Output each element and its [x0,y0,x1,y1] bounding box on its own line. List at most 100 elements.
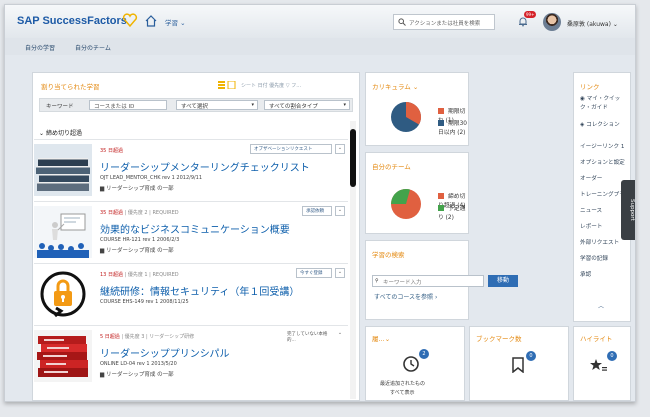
bookmarks-count-badge: 0 [526,351,536,361]
keyword-placeholder: コースまたは ID [94,104,135,110]
go-button[interactable]: 移動 [488,275,518,287]
recently-added-label: 最近追加されたもの [380,381,426,387]
link-learning-history[interactable]: 学習の記録 [580,254,608,262]
bookmarks-tile[interactable]: ブックマーク数 0 [469,326,569,401]
filter-bar: キーワード コースまたは ID すべて選択 ▾ すべての割合タイプ ▾ [39,98,353,112]
bookmarks-tile-title: ブックマーク数 [476,335,522,343]
course-title[interactable]: 継続研修：情報セキュリティ（年１回受講） [100,283,299,298]
assigned-learning-title: 割り当てられた学習 [41,83,100,91]
collapse-up-icon[interactable]: ︿ [598,301,604,310]
globe-icon: ◉ [580,96,587,102]
link-reports[interactable]: レポート [580,222,602,230]
course-action-menu[interactable]: ⌄ [335,144,345,154]
learning-search-card: 学習の検索 ⚲ キーワード入力 移動 すべてのコースを参照 › [365,240,518,320]
overdue-group-label: 締め切り超過 [45,130,82,137]
my-team-title[interactable]: 自分のチーム [372,161,411,171]
overdue-group-header[interactable]: ⌄ 締め切り超過 [39,128,82,137]
course-title[interactable]: リーダーシップメンターリングチェックリスト [100,159,310,174]
link-approvals[interactable]: 承認 [580,270,591,278]
links-title: リンク [580,83,600,91]
highlights-count-badge: 0 [607,351,617,361]
avatar[interactable] [543,13,561,31]
course-meta: 13 日超過 | 優先度 1 | REQUIRED [100,272,179,278]
course-meta: 35 日超過 | 優先度 2 | REQUIRED [100,210,179,216]
content-area: 割り当てられた学習 シート 日付 優先度 ▽ フ… キーワード コースまたは I… [5,55,635,401]
select-all-label: すべて選択 [181,104,208,110]
type-label: すべての割合タイプ [269,104,318,110]
support-tab[interactable]: Support [621,180,635,240]
course-program: ▆ リーダーシップ育成 の一部 [100,186,174,192]
curriculum-legend-due-soon: 期限30日以内 (2) [438,120,467,136]
notification-badge: 99+ [524,11,537,18]
course-meta: 35 日超過 [100,148,123,154]
course-thumbnail-books [34,144,92,196]
history-tile[interactable]: 履...⌄ 2 最近追加されたもの すべて表示 [365,326,465,401]
list-item[interactable]: 13 日超過 | 優先度 1 | REQUIRED 継続研修：情報セキュリティ（… [34,263,348,323]
course-thumbnail-red-books [34,330,92,382]
course-title[interactable]: リーダーシッププリンシパル [100,345,230,360]
tab-my-learning[interactable]: 自分の学習 [25,43,55,52]
scrollbar-thumb[interactable] [350,129,356,187]
course-action-button[interactable]: オブザベーションリクエスト [250,144,332,154]
link-order[interactable]: オーダー [580,174,602,182]
course-title[interactable]: 効果的なビジネスコミュニケーション概要 [100,221,290,236]
link-options-settings[interactable]: オプションと設定 [580,158,625,166]
link-news[interactable]: ニュース [580,206,602,214]
link-collection[interactable]: ◈ コレクション [580,120,620,128]
search-icon: ⚲ [375,278,379,284]
app-window: SAP SuccessFactors 学習 ⌄ アクションまたは社員を検索 99… [4,4,636,402]
scrollbar[interactable] [350,121,356,399]
user-menu[interactable]: 桑原敦 (akuwa) ⌄ [567,19,618,28]
list-view-icon[interactable] [218,81,236,89]
clock-history-icon [403,356,419,372]
star-list-icon [590,359,607,371]
type-dropdown[interactable]: すべての割合タイプ ▾ [264,100,350,110]
sort-options[interactable]: シート 日付 優先度 ▽ フ… [241,82,301,89]
learning-search-input[interactable]: ⚲ キーワード入力 [372,275,484,287]
list-item[interactable]: 35 日超過 リーダーシップメンターリングチェックリスト OJT LEAD_ME… [34,139,348,199]
course-action-button[interactable]: 承認依頼 [302,206,332,216]
course-program: ▆ リーダーシップ育成 の一部 [100,248,174,254]
keyword-input[interactable]: コースまたは ID [89,100,167,110]
chevron-down-icon: ▾ [343,102,346,108]
bookmark-icon [512,357,524,373]
link-external-request[interactable]: 外部リクエスト [580,238,619,246]
team-pie-chart [390,188,421,219]
team-legend-on-track: 予定通り (2) [438,205,466,221]
search-input[interactable]: アクションまたは社員を検索 [393,14,495,30]
top-header: SAP SuccessFactors 学習 ⌄ アクションまたは社員を検索 99… [5,5,635,38]
list-item[interactable]: 5 日超過 | 優先度 3 | リーダーシップ研修 リーダーシッププリンシパル … [34,325,348,385]
link-easy-link[interactable]: イージーリンク 1 [580,142,624,150]
logo[interactable]: SAP SuccessFactors [17,15,127,27]
assigned-learning-card: 割り当てられた学習 シート 日付 優先度 ▽ フ… キーワード コースまたは I… [32,72,360,401]
chevron-down-icon: ▾ [251,102,254,108]
course-code: OJT LEAD_MENTOR_CHK rev 1 2012/9/11 [100,175,203,181]
course-thumbnail-lock [34,268,92,320]
browse-all-courses-link[interactable]: すべてのコースを参照 › [374,292,437,301]
link-quick-guide[interactable]: ◉ マイ・クイック・ガイド [580,95,630,113]
view-all-link[interactable]: すべて表示 [390,389,414,396]
course-thumbnail-presentation [34,206,92,258]
course-action-menu[interactable]: ⌄ [335,268,345,278]
my-team-card: 自分のチーム 締め切り超過 (4) 予定通り (2) [365,152,469,234]
course-action-button[interactable]: 今すぐ登録 [296,268,332,278]
curriculum-pie-chart [391,102,422,132]
select-all-dropdown[interactable]: すべて選択 ▾ [176,100,258,110]
course-meta: 5 日超過 | 優先度 3 | リーダーシップ研修 [100,334,195,340]
course-code: COURSE HR-121 rev 1 2006/2/3 [100,237,180,243]
course-action-button[interactable]: 完了していない本格的... [284,330,332,343]
search-placeholder: アクションまたは社員を検索 [409,21,481,27]
curriculum-title[interactable]: カリキュラム ⌄ [372,81,418,91]
sub-navigation: 自分の学習 自分のチーム [5,38,635,55]
list-item[interactable]: 35 日超過 | 優先度 2 | REQUIRED 効果的なビジネスコミュニケー… [34,201,348,261]
learning-search-title: 学習の検索 [372,251,405,259]
curriculum-card: カリキュラム ⌄ 期限切れ (1) 期限30日以内 (2) [365,72,469,146]
course-action-menu[interactable]: ⌄ [335,206,345,216]
tab-my-team[interactable]: 自分のチーム [75,43,111,52]
learning-menu[interactable]: 学習 ⌄ [165,17,186,27]
highlights-tile-title: ハイライト [580,335,613,343]
home-icon[interactable] [145,15,157,27]
highlights-tile[interactable]: ハイライト 0 [573,326,631,401]
course-code: ONLINE LD-04 rev 1 2013/5/20 [100,361,177,367]
course-action-menu[interactable]: ⌄ [335,330,345,340]
